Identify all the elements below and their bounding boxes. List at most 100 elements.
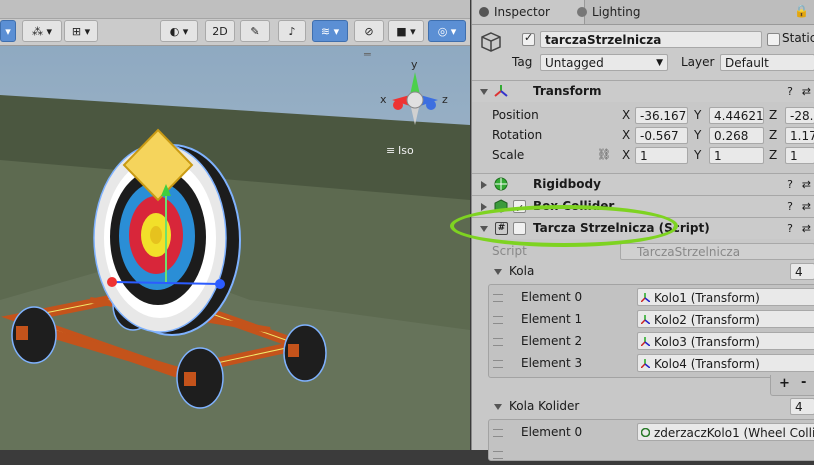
svg-text:═: ═ <box>363 48 371 61</box>
element-object-field[interactable]: zderzaczKolo1 (Wheel Collider) <box>637 423 814 441</box>
position-z-field[interactable]: -28.7 <box>785 107 814 124</box>
inspector-tabs: Inspector Lighting 🔒 <box>472 0 814 25</box>
scale-x-field[interactable]: 1 <box>635 147 688 164</box>
drag-handle-icon[interactable] <box>493 294 503 302</box>
kola-list: Element 0 Kolo1 (Transform) Element 1 Ko… <box>488 284 814 378</box>
drag-handle-icon[interactable] <box>493 316 503 324</box>
drag-handle-icon[interactable] <box>493 338 503 346</box>
tab-lighting[interactable]: Lighting <box>570 0 682 24</box>
element-object-field[interactable]: Kolo2 (Transform) <box>637 310 814 328</box>
draw-mode-button[interactable]: ◐ ▾ <box>160 20 198 42</box>
grid-snapping-button[interactable]: ⊞ ▾ <box>64 20 98 42</box>
scale-label: Scale <box>492 148 525 162</box>
settings-icon[interactable]: ⇄ <box>802 81 811 102</box>
layer-label: Layer <box>681 55 715 69</box>
element-label: Element 3 <box>521 356 583 370</box>
drag-handle-icon[interactable] <box>493 429 503 437</box>
list-footer: + - <box>770 375 814 396</box>
kola-label: Kola <box>509 264 535 278</box>
foldout-arrow-icon[interactable] <box>494 269 502 275</box>
active-checkbox[interactable] <box>522 31 535 46</box>
axis-x-label: X <box>622 148 631 162</box>
rigidbody-header[interactable]: Rigidbody ? ⇄ <box>472 173 814 195</box>
axis-y-label: Y <box>694 148 702 162</box>
rotation-z-field[interactable]: 1.174 <box>785 127 814 144</box>
lock-icon[interactable]: 🔒 <box>794 4 809 18</box>
rigidbody-title: Rigidbody <box>533 177 601 191</box>
tag-dropdown[interactable]: Untagged ▼ <box>540 54 668 71</box>
help-icon[interactable]: ? <box>787 81 793 102</box>
list-item <box>489 443 814 465</box>
kola-kolider-size-field[interactable]: 4 <box>790 398 814 415</box>
scene-view[interactable]: y x z Iso ≡ ═ ▾ ⁂ ▾ ⊞ ▾ ◐ ▾ 2D ✎ ♪ ≋ ▾ ⊘… <box>0 0 470 450</box>
element-object-field[interactable]: Kolo4 (Transform) <box>637 354 814 372</box>
settings-icon[interactable]: ⇄ <box>802 174 811 195</box>
transform-icon <box>641 293 650 302</box>
scale-y-field[interactable]: 1 <box>709 147 764 164</box>
tab-inspector[interactable]: Inspector <box>472 0 585 24</box>
rotation-x-field[interactable]: -0.567 <box>635 127 688 144</box>
kola-size-field[interactable]: 4 <box>790 263 814 280</box>
foldout-arrow-icon[interactable] <box>494 404 502 410</box>
chevron-down-icon: ▼ <box>656 58 663 68</box>
object-name-field[interactable]: tarczaStrzelnicza <box>540 31 762 48</box>
wheel-3 <box>176 347 224 409</box>
snap-increment-button[interactable]: ⁂ ▾ <box>22 20 62 42</box>
info-icon <box>479 7 489 17</box>
drag-handle-icon[interactable] <box>493 360 503 368</box>
layer-dropdown[interactable]: Default <box>720 54 814 71</box>
help-icon[interactable]: ? <box>787 174 793 195</box>
transform-header[interactable]: Transform ? ⇄ <box>472 80 814 102</box>
settings-icon[interactable]: ⇄ <box>802 218 811 239</box>
add-element-button[interactable]: + <box>779 376 790 391</box>
lighting-toggle-icon[interactable]: ✎ <box>240 20 270 42</box>
transform-icon <box>641 337 650 346</box>
audio-toggle-icon[interactable]: ♪ <box>278 20 306 42</box>
gizmo-z-head <box>215 279 225 289</box>
effects-toggle-icon[interactable]: ≋ ▾ <box>312 20 348 42</box>
help-icon[interactable]: ? <box>787 218 793 239</box>
scale-row: Scale ⛓ X 1 Y 1 Z 1 <box>472 145 814 165</box>
element-object-field[interactable]: Kolo1 (Transform) <box>637 288 814 306</box>
transform-icon <box>641 359 650 368</box>
rotation-y-field[interactable]: 0.268 <box>709 127 764 144</box>
list-item: Element 3 Kolo4 (Transform) <box>489 352 814 374</box>
gizmo-x-head <box>107 277 117 287</box>
gizmos-icon[interactable]: ◎ ▾ <box>428 20 466 42</box>
rigidbody-icon <box>494 177 508 191</box>
gizmo-x-letter: x <box>380 93 387 106</box>
svg-text:≡: ≡ <box>386 144 395 157</box>
scale-z-field[interactable]: 1 <box>785 147 814 164</box>
link-icon[interactable]: ⛓ <box>597 145 611 165</box>
axis-z-label: Z <box>769 148 778 162</box>
element-label: Element 0 <box>521 290 583 304</box>
axis-x-label: X <box>622 128 631 142</box>
gizmo-z-letter: z <box>442 93 448 106</box>
axis-z-label: Z <box>769 108 778 122</box>
gizmo-y-letter: y <box>411 58 418 71</box>
element-value: Kolo3 (Transform) <box>654 335 760 349</box>
scene-tool-button[interactable]: ▾ <box>0 20 16 42</box>
axis-z-label: Z <box>769 128 778 142</box>
axis-x-label: X <box>622 108 631 122</box>
drag-handle-icon[interactable] <box>493 451 503 459</box>
camera-icon[interactable]: ■ ▾ <box>388 20 424 42</box>
rotation-label: Rotation <box>492 128 543 142</box>
gameobject-cube-icon <box>481 32 501 52</box>
position-y-field[interactable]: 4.44621 <box>709 107 764 124</box>
scene-tabstrip <box>0 0 470 19</box>
settings-icon[interactable]: ⇄ <box>802 196 811 217</box>
tag-label: Tag <box>512 55 533 69</box>
hidden-objects-icon[interactable]: ⊘ <box>354 20 384 42</box>
scene-canvas[interactable]: y x z Iso ≡ ═ <box>0 0 470 450</box>
help-icon[interactable]: ? <box>787 196 793 217</box>
kola-kolider-list: Element 0 zderzaczKolo1 (Wheel Collider) <box>488 419 814 461</box>
wheel-4 <box>283 324 327 382</box>
element-object-field[interactable]: Kolo3 (Transform) <box>637 332 814 350</box>
view-2d-button[interactable]: 2D <box>205 20 235 42</box>
list-item: Element 0 Kolo1 (Transform) <box>489 286 814 308</box>
scene-toolbar: ▾ ⁂ ▾ ⊞ ▾ ◐ ▾ 2D ✎ ♪ ≋ ▾ ⊘ ■ ▾ ◎ ▾ <box>0 0 470 46</box>
static-checkbox[interactable] <box>767 33 780 46</box>
position-x-field[interactable]: -36.1670 <box>635 107 688 124</box>
remove-element-button[interactable]: - <box>801 375 806 390</box>
